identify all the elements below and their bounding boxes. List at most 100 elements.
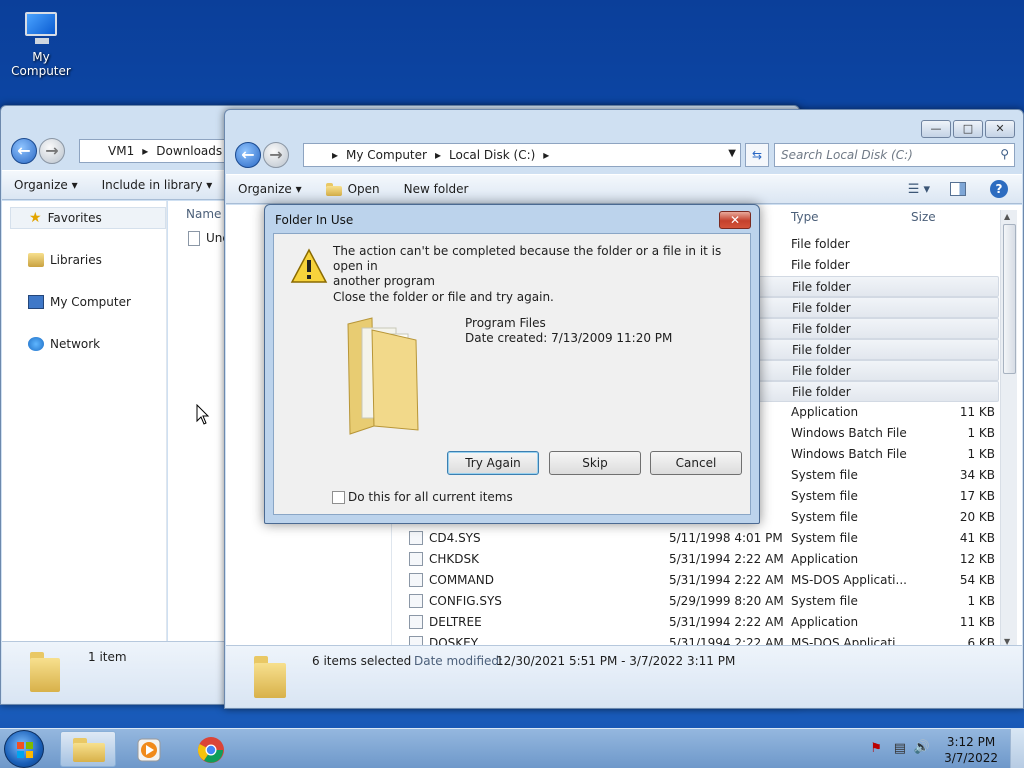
scroll-up-icon[interactable]: ▲ [1004, 212, 1010, 221]
back-button[interactable]: ← [235, 142, 261, 168]
volume-icon[interactable]: 🔊 [914, 740, 930, 755]
refresh-icon[interactable]: ⇆ [745, 143, 769, 167]
file-type: Application [791, 552, 859, 566]
maximize-button[interactable]: □ [953, 120, 983, 138]
breadcrumb-separator-icon: ▸ [142, 144, 149, 158]
include-in-library-menu[interactable]: Include in library ▾ [90, 178, 225, 192]
organize-menu[interactable]: Organize ▾ [226, 182, 314, 196]
file-type: File folder [792, 343, 851, 357]
dialog-body: The action can't be completed because th… [273, 233, 751, 515]
file-row[interactable]: CD4.SYS 5/11/1998 4:01 PM System file 41 KB [391, 528, 999, 549]
file-icon [409, 615, 423, 629]
file-icon [409, 594, 423, 608]
nav-my-computer[interactable]: My Computer [28, 295, 131, 309]
mouse-cursor-icon [196, 404, 210, 425]
selected-folders-icon [254, 656, 286, 698]
file-icon [409, 531, 423, 545]
file-type: Application [791, 405, 859, 419]
file-date: 5/29/1999 8:20 AM [669, 594, 784, 608]
file-size: 1 KB [967, 594, 995, 608]
folder-in-use-dialog: Folder In Use ✕ The action can't be comp… [264, 204, 760, 524]
file-name: CD4.SYS [429, 531, 481, 545]
start-button[interactable] [4, 730, 44, 768]
file-size: 41 KB [959, 531, 995, 545]
selected-count: 6 items selected [312, 654, 412, 668]
file-row[interactable]: DELTREE 5/31/1994 2:22 AM Application 11 KB [391, 612, 999, 633]
action-center-icon[interactable]: ⚑ [870, 741, 882, 756]
forward-button[interactable]: → [263, 142, 289, 168]
nav-libraries[interactable]: Libraries [28, 253, 102, 267]
organize-menu[interactable]: Organize ▾ [2, 178, 90, 192]
cancel-button[interactable]: Cancel [650, 451, 742, 475]
file-type: File folder [791, 237, 850, 251]
address-bar[interactable]: VM1 ▸ Downloads [79, 139, 229, 163]
address-dropdown-icon[interactable]: ▼ [728, 148, 736, 159]
breadcrumb-separator-icon: ▸ [543, 148, 550, 162]
file-row[interactable]: CHKDSK 5/31/1994 2:22 AM Application 12 KB [391, 549, 999, 570]
forward-button[interactable]: → [39, 138, 65, 164]
taskbar-explorer-button[interactable] [60, 731, 116, 767]
address-bar[interactable]: ▸ My Computer ▸ Local Disk (C:) ▸ ▼ [303, 143, 741, 167]
network-icon [28, 337, 44, 351]
file-row[interactable]: CONFIG.SYS 5/29/1999 8:20 AM System file 1 … [391, 591, 999, 612]
file-type: Windows Batch File [791, 426, 907, 440]
search-icon[interactable]: ⚲ [1000, 147, 1009, 161]
file-size: 17 KB [959, 489, 995, 503]
column-header-type[interactable]: Type [791, 206, 819, 228]
dialog-close-button[interactable]: ✕ [719, 211, 751, 229]
taskbar-media-player-button[interactable] [122, 731, 178, 767]
dialog-message: The action can't be completed because th… [333, 244, 722, 288]
file-name: COMMAND [429, 573, 494, 587]
status-bar: 6 items selected Date modified: 12/30/20… [226, 645, 1022, 707]
program-files-folder-icon [347, 317, 419, 435]
open-button[interactable]: Open [314, 182, 392, 196]
desktop-icon-label: My Computer [11, 50, 71, 78]
nav-network[interactable]: Network [28, 337, 100, 351]
view-options-icon[interactable]: ☰ ▾ [908, 182, 930, 197]
file-icon [409, 552, 423, 566]
skip-button[interactable]: Skip [549, 451, 641, 475]
breadcrumb-local-disk[interactable]: Local Disk (C:) [449, 148, 535, 162]
preview-pane-icon[interactable] [950, 182, 966, 196]
vertical-scrollbar[interactable]: ▲ ▼ [1000, 210, 1017, 648]
back-button[interactable]: ← [11, 138, 37, 164]
explorer-icon [73, 738, 105, 762]
close-button[interactable]: ✕ [985, 120, 1015, 138]
file-row[interactable]: COMMAND 5/31/1994 2:22 AM MS-DOS Applicati… [391, 570, 999, 591]
computer-icon [28, 295, 44, 309]
date-modified-value: 12/30/2021 5:51 PM - 3/7/2022 3:11 PM [496, 654, 736, 668]
column-header-size[interactable]: Size [911, 206, 936, 228]
breadcrumb-my-computer[interactable]: My Computer [346, 148, 427, 162]
file-type: System file [791, 468, 858, 482]
search-input[interactable]: Search Local Disk (C:) ⚲ [774, 143, 1015, 167]
scroll-thumb[interactable] [1003, 224, 1016, 374]
file-type: File folder [792, 385, 851, 399]
file-size: 20 KB [959, 510, 995, 524]
star-icon: ★ [29, 210, 42, 226]
network-tray-icon[interactable]: ▤ [894, 741, 906, 756]
breadcrumb-downloads[interactable]: Downloads [156, 144, 222, 158]
file-type: File folder [792, 322, 851, 336]
chrome-icon [197, 737, 224, 763]
file-type: Windows Batch File [791, 447, 907, 461]
minimize-button[interactable]: — [921, 120, 951, 138]
taskbar-chrome-button[interactable] [184, 731, 240, 767]
date-modified-label: Date modified: [414, 654, 504, 668]
file-date: 5/31/1994 2:22 AM [669, 615, 784, 629]
do-this-for-all-label[interactable]: Do this for all current items [348, 490, 513, 504]
file-size: 11 KB [959, 405, 995, 419]
show-desktop-button[interactable] [1010, 729, 1024, 768]
try-again-button[interactable]: Try Again [447, 451, 539, 475]
nav-favorites[interactable]: ★ Favorites [10, 207, 166, 229]
new-folder-button[interactable]: New folder [392, 182, 481, 196]
clock[interactable]: 3:12 PM 3/7/2022 [944, 734, 998, 766]
file-size: 1 KB [967, 447, 995, 461]
breadcrumb-vm1[interactable]: VM1 [108, 144, 134, 158]
help-icon[interactable]: ? [990, 180, 1008, 198]
do-this-for-all-checkbox[interactable] [332, 491, 345, 504]
item-count: 1 item [88, 650, 127, 664]
column-header-name[interactable]: Name [186, 207, 221, 221]
file-type: System file [791, 489, 858, 503]
file-icon [188, 231, 200, 246]
desktop-icon-my-computer[interactable]: My Computer [2, 8, 80, 78]
